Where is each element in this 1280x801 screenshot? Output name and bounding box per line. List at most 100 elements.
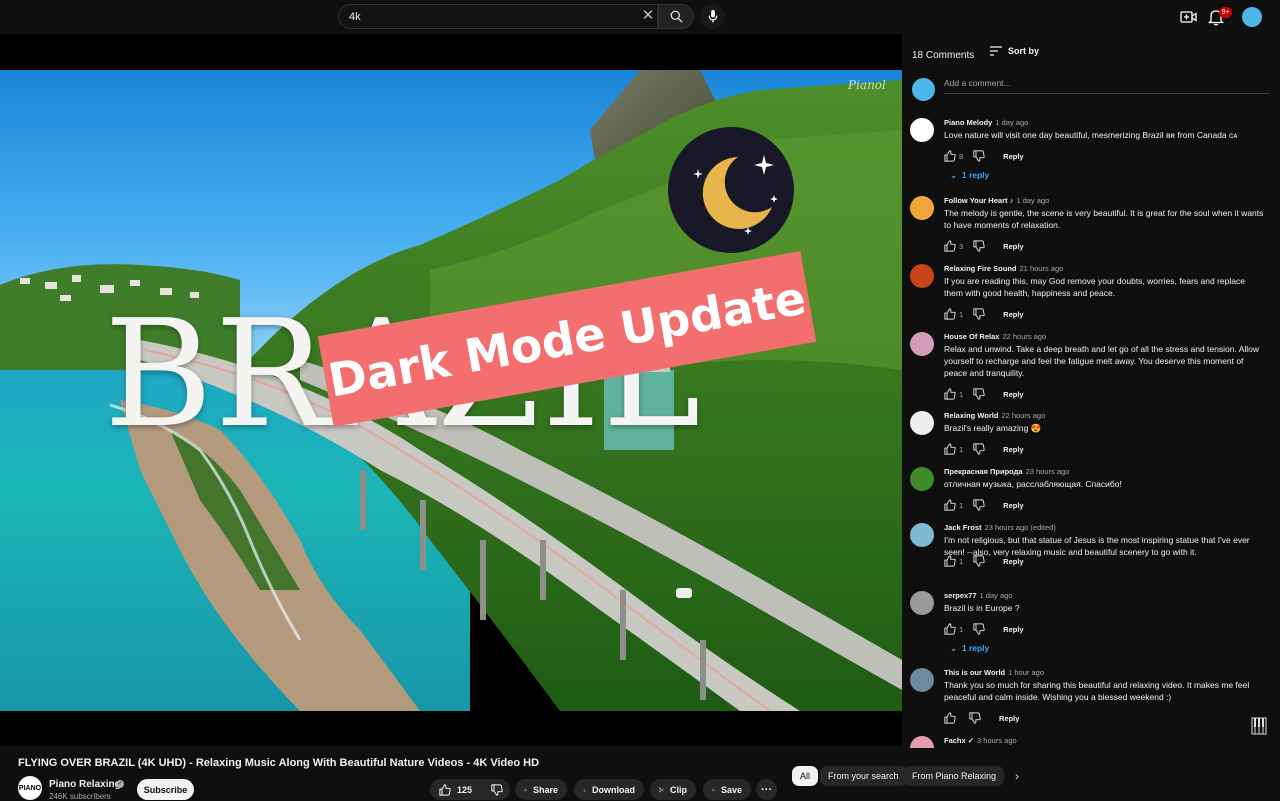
- commenter-avatar[interactable]: [910, 118, 934, 142]
- clear-search-icon[interactable]: ✕: [640, 8, 656, 24]
- playlist-add-icon: [712, 788, 715, 791]
- comment-actions: 1 Reply: [944, 388, 1024, 400]
- thumbs-up-icon[interactable]: [944, 555, 956, 567]
- like-button[interactable]: 125: [430, 779, 485, 800]
- replies-label: 1 reply: [961, 170, 990, 180]
- thumbs-down-icon[interactable]: [973, 623, 985, 635]
- thumbs-up-icon[interactable]: [944, 623, 956, 635]
- thumbs-down-icon[interactable]: [973, 150, 985, 162]
- comment-author[interactable]: House Of Relax: [944, 332, 999, 341]
- download-icon: [583, 788, 586, 791]
- chip-from-channel[interactable]: From Piano Relaxing: [904, 766, 1005, 786]
- thumbs-down-icon[interactable]: [973, 240, 985, 252]
- thumbs-down-icon[interactable]: [973, 499, 985, 511]
- reply-button[interactable]: Reply: [1003, 445, 1023, 454]
- thumbs-up-icon[interactable]: [944, 499, 956, 511]
- watermark-logo: Pianol: [848, 78, 886, 92]
- share-button[interactable]: Share: [515, 779, 567, 800]
- chip-from-your-search[interactable]: From your search: [820, 766, 907, 786]
- commenter-avatar[interactable]: [910, 411, 934, 435]
- comment-time[interactable]: 23 hours ago (edited): [985, 523, 1056, 532]
- comments-count: 18 Comments: [912, 50, 975, 61]
- commenter-avatar[interactable]: [910, 196, 934, 220]
- thumbs-down-icon[interactable]: [969, 712, 981, 724]
- create-video-button[interactable]: [1180, 8, 1198, 26]
- channel-name[interactable]: Piano Relaxing: [49, 779, 121, 790]
- thumbs-up-icon[interactable]: [944, 308, 956, 320]
- comment-actions: 1 Reply: [944, 443, 1024, 455]
- microphone-icon: [708, 10, 717, 23]
- comment-author[interactable]: Jack Frost: [944, 523, 982, 532]
- clip-button[interactable]: Clip: [650, 779, 696, 800]
- comment-time[interactable]: 1 day ago: [995, 118, 1028, 127]
- reply-button[interactable]: Reply: [999, 714, 1019, 723]
- dislike-button[interactable]: [484, 779, 510, 800]
- chevron-right-icon[interactable]: ›: [1010, 769, 1024, 783]
- thumbs-up-icon[interactable]: [944, 388, 956, 400]
- reply-button[interactable]: Reply: [1003, 390, 1023, 399]
- commenter-avatar[interactable]: [910, 523, 934, 547]
- comment-author[interactable]: Прекрасная Природа: [944, 467, 1023, 476]
- comment-time[interactable]: 3 hours ago: [977, 736, 1017, 745]
- commenter-avatar[interactable]: [910, 668, 934, 692]
- comment-author[interactable]: serpex77: [944, 591, 977, 600]
- voice-search-button[interactable]: [700, 4, 725, 29]
- thumbs-up-icon[interactable]: [944, 240, 956, 252]
- comment-time[interactable]: 1 hour ago: [1008, 668, 1044, 677]
- comment-author[interactable]: Relaxing World: [944, 411, 998, 420]
- search-input[interactable]: 4k: [338, 4, 658, 29]
- piano-icon: [1251, 717, 1267, 735]
- thumbs-up-icon[interactable]: [944, 712, 956, 724]
- sort-by-button[interactable]: Sort by: [990, 46, 1039, 56]
- comment-header: Relaxing World 22 hours ago: [944, 411, 1045, 420]
- comment-author[interactable]: Follow Your Heart ♪: [944, 196, 1013, 205]
- comment-header: serpex77 1 day ago: [944, 591, 1012, 600]
- comment-time[interactable]: 22 hours ago: [1002, 332, 1046, 341]
- thumbs-down-icon: [491, 783, 503, 796]
- commenter-avatar[interactable]: [910, 332, 934, 356]
- thumbs-down-icon[interactable]: [973, 443, 985, 455]
- commenter-avatar[interactable]: [910, 591, 934, 615]
- chip-all[interactable]: All: [792, 766, 819, 786]
- comment-text: Brazil is in Europe ?: [944, 603, 1020, 613]
- comment-header: Прекрасная Природа 23 hours ago: [944, 467, 1069, 476]
- comment-text: Thank you so much for sharing this beaut…: [944, 680, 1250, 702]
- more-actions-button[interactable]: ···: [756, 779, 777, 800]
- video-title: FLYING OVER BRAZIL (4K UHD) - Relaxing M…: [18, 757, 540, 769]
- reply-button[interactable]: Reply: [1003, 501, 1023, 510]
- search-button[interactable]: [658, 4, 694, 29]
- reply-button[interactable]: Reply: [1003, 152, 1023, 161]
- video-frame[interactable]: Pianol BRAZIL Dark Mode Update: [0, 70, 902, 711]
- channel-avatar[interactable]: PIANO: [18, 776, 42, 800]
- comment-actions: 1 Reply: [944, 499, 1024, 511]
- reply-button[interactable]: Reply: [1003, 242, 1023, 251]
- comment-time[interactable]: 23 hours ago: [1026, 467, 1070, 476]
- subscribe-button[interactable]: Subscribe: [137, 779, 194, 800]
- commenter-avatar[interactable]: [910, 467, 934, 491]
- comment-like-count: 3: [959, 241, 964, 251]
- thumbs-up-icon[interactable]: [944, 150, 956, 162]
- reply-button[interactable]: Reply: [1003, 310, 1023, 319]
- comment-author[interactable]: Relaxing Fire Sound: [944, 264, 1017, 273]
- view-replies-button[interactable]: ⌄ 1 reply: [950, 170, 989, 181]
- comment-author[interactable]: Fachx ✓: [944, 736, 974, 745]
- thumbs-up-icon[interactable]: [944, 443, 956, 455]
- comment-time[interactable]: 1 day ago: [1016, 196, 1049, 205]
- comment-time[interactable]: 22 hours ago: [1001, 411, 1045, 420]
- thumbs-down-icon[interactable]: [973, 388, 985, 400]
- reply-button[interactable]: Reply: [1003, 557, 1023, 566]
- account-avatar[interactable]: [1242, 7, 1262, 27]
- commenter-avatar[interactable]: [910, 736, 934, 748]
- thumbs-down-icon[interactable]: [973, 555, 985, 567]
- save-button[interactable]: Save: [703, 779, 751, 800]
- add-comment-input[interactable]: Add a comment...: [944, 76, 1269, 94]
- comment-author[interactable]: This is our World: [944, 668, 1005, 677]
- reply-button[interactable]: Reply: [1003, 625, 1023, 634]
- view-replies-button[interactable]: ⌄ 1 reply: [950, 643, 989, 654]
- download-button[interactable]: Download: [574, 779, 644, 800]
- comment-time[interactable]: 21 hours ago: [1020, 264, 1064, 273]
- thumbs-down-icon[interactable]: [973, 308, 985, 320]
- comment-author[interactable]: Piano Melody: [944, 118, 992, 127]
- commenter-avatar[interactable]: [910, 264, 934, 288]
- comment-time[interactable]: 1 day ago: [980, 591, 1013, 600]
